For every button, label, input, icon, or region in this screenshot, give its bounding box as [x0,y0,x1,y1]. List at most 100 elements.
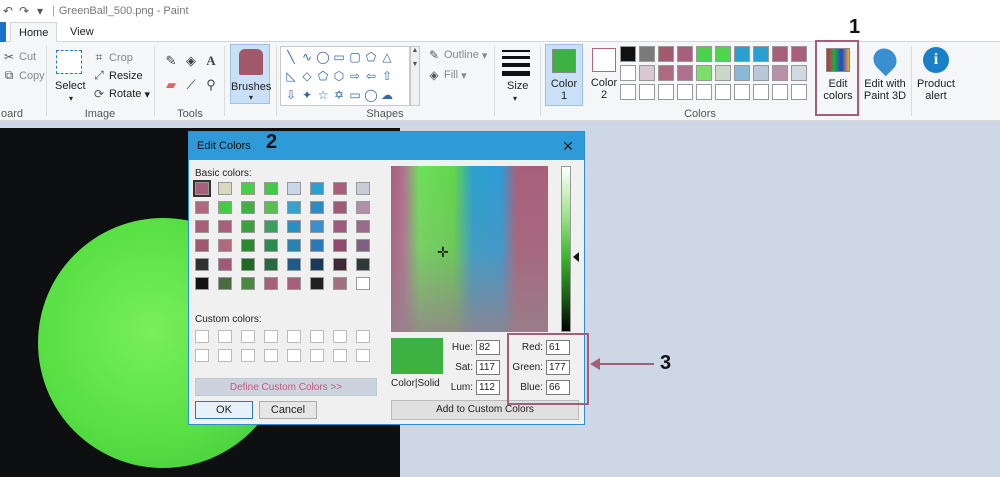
text-tool-icon[interactable]: A [202,52,220,70]
basic-color-swatch[interactable] [218,258,232,271]
custom-color-swatch[interactable] [195,330,209,343]
palette-swatch[interactable] [715,46,731,62]
custom-color-swatch[interactable] [310,349,324,362]
basic-color-swatch[interactable] [193,180,211,197]
palette-swatch[interactable] [639,46,655,62]
cloud-callout-shape-icon[interactable]: ☁ [379,87,395,103]
custom-color-swatch[interactable] [287,349,301,362]
resize-button[interactable]: ⤢ Resize [92,68,142,83]
color-picker-icon[interactable]: ⟋ [182,76,200,94]
pentagon-shape-icon[interactable]: ⬠ [315,68,331,84]
basic-color-swatch[interactable] [356,201,370,214]
basic-color-swatch[interactable] [356,220,370,233]
palette-swatch[interactable] [677,84,693,100]
palette-swatch[interactable] [696,46,712,62]
sat-field[interactable]: 117 [476,360,500,375]
basic-color-swatch[interactable] [310,182,324,195]
basic-color-swatch[interactable] [310,220,324,233]
hexagon-shape-icon[interactable]: ⬡ [331,68,347,84]
custom-color-swatch[interactable] [310,330,324,343]
cut-button[interactable]: ✂ Cut [2,50,36,64]
basic-color-swatch[interactable] [310,201,324,214]
color1-button[interactable]: Color 1 [545,44,583,106]
basic-color-swatch[interactable] [333,258,347,271]
color-spectrum[interactable]: ✛ [391,166,548,332]
custom-color-swatch[interactable] [264,349,278,362]
basic-color-swatch[interactable] [287,201,301,214]
eraser-icon[interactable]: ▰ [162,76,180,94]
basic-color-swatch[interactable] [195,201,209,214]
outline-button[interactable]: ✎ Outline ▾ [427,48,487,62]
custom-color-swatch[interactable] [333,349,347,362]
five-point-star-shape-icon[interactable]: ☆ [315,87,331,103]
four-point-star-shape-icon[interactable]: ✦ [299,87,315,103]
palette-swatch[interactable] [753,84,769,100]
custom-color-swatch[interactable] [218,330,232,343]
rotate-button[interactable]: ⟳ Rotate ▾ [92,87,150,101]
palette-swatch[interactable] [696,65,712,81]
product-alert-button[interactable]: i Product alert [913,44,959,106]
palette-swatch[interactable] [715,65,731,81]
right-triangle-shape-icon[interactable]: ◺ [283,68,299,84]
pencil-icon[interactable]: ✎ [162,52,180,70]
crosshair-icon[interactable]: ✛ [437,244,449,261]
ok-button[interactable]: OK [195,401,253,419]
basic-color-swatch[interactable] [333,201,347,214]
basic-color-swatch[interactable] [195,277,209,290]
palette-swatch[interactable] [753,65,769,81]
custom-color-swatch[interactable] [195,349,209,362]
select-dropdown-icon[interactable]: ▾ [69,94,73,103]
basic-color-swatch[interactable] [264,220,278,233]
custom-color-swatch[interactable] [218,349,232,362]
basic-color-swatch[interactable] [241,239,255,252]
palette-swatch[interactable] [791,46,807,62]
basic-color-swatch[interactable] [287,182,301,195]
palette-swatch[interactable] [696,84,712,100]
palette-swatch[interactable] [658,65,674,81]
palette-swatch[interactable] [639,84,655,100]
copy-button[interactable]: ⧉ Copy [2,68,45,83]
basic-color-swatch[interactable] [287,277,301,290]
select-icon[interactable] [56,50,82,74]
basic-color-swatch[interactable] [333,277,347,290]
brushes-button[interactable]: Brushes ▾ [230,44,271,104]
basic-color-swatch[interactable] [264,182,278,195]
palette-swatch[interactable] [620,84,636,100]
custom-color-swatch[interactable] [356,349,370,362]
palette-swatch[interactable] [791,65,807,81]
palette-swatch[interactable] [772,65,788,81]
basic-color-swatch[interactable] [356,239,370,252]
oval-shape-icon[interactable]: ◯ [315,49,331,65]
basic-color-swatch[interactable] [333,220,347,233]
tab-view[interactable]: View [62,22,102,42]
basic-color-swatch[interactable] [218,182,232,195]
palette-swatch[interactable] [620,46,636,62]
basic-color-swatch[interactable] [241,201,255,214]
luminance-arrow-icon[interactable] [573,252,579,262]
palette-swatch[interactable] [734,46,750,62]
basic-color-swatch[interactable] [241,277,255,290]
undo-icon[interactable]: ↶ [0,3,16,19]
tab-home[interactable]: Home [10,22,58,43]
palette-swatch[interactable] [658,84,674,100]
palette-swatch[interactable] [734,84,750,100]
left-arrow-shape-icon[interactable]: ⇦ [363,68,379,84]
polygon-shape-icon[interactable]: ⬠ [363,49,379,65]
basic-color-swatch[interactable] [264,277,278,290]
line-shape-icon[interactable]: ╲ [283,49,299,65]
basic-color-swatch[interactable] [218,201,232,214]
size-icon[interactable] [502,50,530,80]
palette-swatch[interactable] [734,65,750,81]
basic-color-swatch[interactable] [195,239,209,252]
down-arrow-shape-icon[interactable]: ⇩ [283,87,299,103]
shapes-scrollbar[interactable]: ▲ ▼ [410,46,420,106]
custom-color-swatch[interactable] [264,330,278,343]
basic-color-swatch[interactable] [356,277,370,290]
basic-color-swatch[interactable] [264,201,278,214]
basic-color-swatch[interactable] [310,277,324,290]
callout-shape-icon[interactable]: ▭ [347,87,363,103]
cancel-button[interactable]: Cancel [259,401,317,419]
color2-button[interactable]: Color 2 [585,44,623,106]
edit-with-paint3d-button[interactable]: Edit with Paint 3D [861,43,909,106]
right-arrow-shape-icon[interactable]: ⇨ [347,68,363,84]
